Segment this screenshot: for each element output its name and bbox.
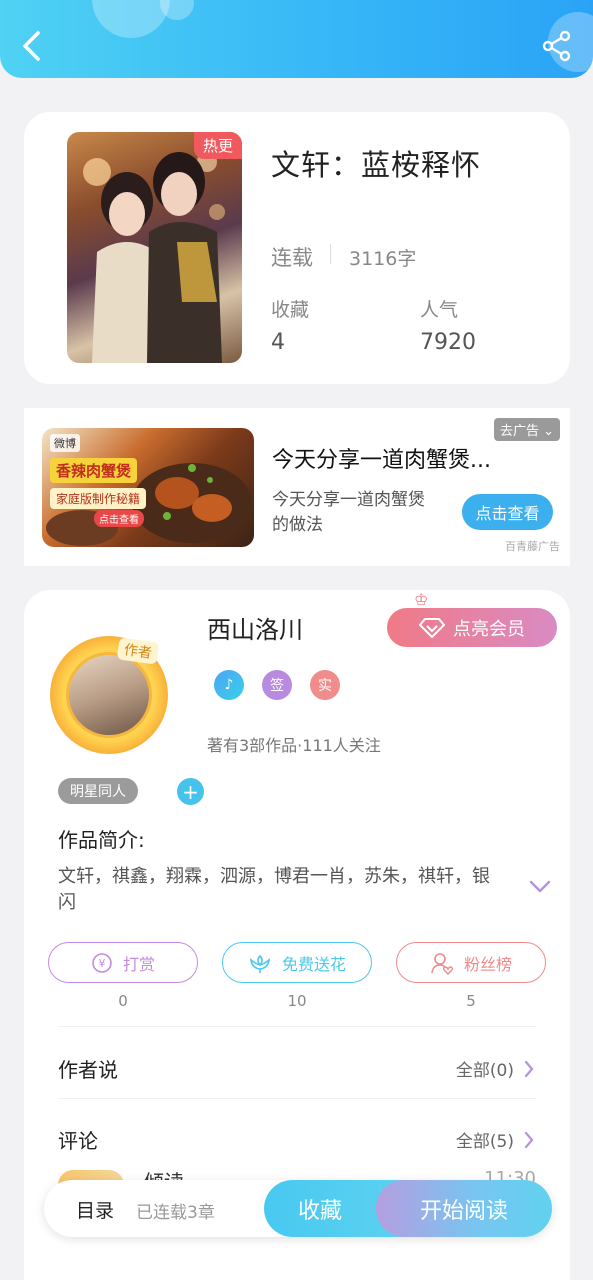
ad-source: 百青藤广告 [505, 540, 560, 553]
author-meta: 著有3部作品·111人关注 [207, 736, 381, 755]
chapter-count: 已连载3章 [136, 1203, 215, 1223]
signed-badge[interactable]: 签 [262, 670, 292, 700]
weibo-logo: 微博 [50, 434, 80, 452]
svg-text:¥: ¥ [98, 957, 105, 970]
music-badge-icon[interactable]: ♪ [214, 670, 244, 700]
book-title: 文轩：蓝桉释怀 [271, 148, 482, 182]
author-card: 作者 西山洛川 ♔ 点亮会员 ♪ 签 实 著有3部作品·111人关注 明星同人 … [24, 590, 570, 1280]
divider [58, 1098, 536, 1099]
send-flower-label: 免费送花 [281, 954, 346, 974]
author-avatar-frame[interactable]: 作者 [38, 632, 183, 757]
hot-update-badge: 热更 [194, 132, 242, 159]
intro-text: 文轩，祺鑫，翔霖，泗源，博君一肖，苏朱，祺轩，银闪 [58, 866, 490, 913]
ad-image-title: 香辣肉蟹煲 [50, 458, 138, 483]
share-icon[interactable] [541, 30, 573, 62]
ad-image-subtitle: 家庭版制作秘籍 [50, 488, 147, 509]
author-says-title: 作者说 [58, 1058, 118, 1082]
comments-more[interactable]: 全部(5) [456, 1127, 534, 1152]
start-reading-button[interactable]: 开始阅读 [376, 1180, 552, 1237]
verified-badge[interactable]: 实 [310, 670, 340, 700]
vip-button[interactable]: 点亮会员 [387, 608, 557, 647]
diamond-icon [419, 617, 445, 638]
fan-count: 5 [466, 992, 476, 1010]
cover-illustration [83, 152, 225, 363]
comments-title: 评论 [58, 1129, 98, 1153]
add-tag-button[interactable]: + [177, 778, 204, 805]
coin-icon: ¥ [92, 952, 112, 973]
ad-banner[interactable]: 微博 香辣肉蟹煲 家庭版制作秘籍 点击查看 去广告 ⌄ 今天分享一道肉蟹煲...… [24, 408, 570, 566]
decor-bubble [92, 0, 170, 38]
ad-image-stamp: 点击查看 [94, 510, 144, 527]
ad-image[interactable]: 微博 香辣肉蟹煲 家庭版制作秘籍 点击查看 [42, 428, 254, 547]
ad-title: 今天分享一道肉蟹煲... [272, 448, 491, 473]
fan-rank-label: 粉丝榜 [463, 954, 512, 974]
remove-ad-label: 去广告 [499, 424, 539, 439]
send-flower-button[interactable]: 免费送花 [222, 942, 372, 983]
author-says-more[interactable]: 全部(0) [456, 1056, 534, 1081]
book-cover-image[interactable]: 热更 [67, 132, 242, 363]
author-badges: ♪ 签 实 [214, 670, 340, 700]
collect-count: 4 [271, 330, 285, 355]
chevron-down-icon: ⌄ [543, 424, 554, 439]
book-detail-page: 热更 文轩：蓝桉释怀 连载 3116字 收藏 4 人气 7920 微博 香辣肉蟹… [0, 0, 593, 1280]
fan-rank-button[interactable]: 粉丝榜 [396, 942, 546, 983]
chevron-down-icon[interactable] [529, 880, 551, 894]
tip-button[interactable]: ¥ 打赏 [48, 942, 198, 983]
divider [330, 244, 331, 264]
intro-title: 作品简介: [58, 828, 145, 852]
popularity-label: 人气 [420, 299, 459, 321]
author-says-count: 全部(0) [455, 1061, 514, 1081]
bottom-action-bar: 目录 已连载3章 收藏 开始阅读 [44, 1180, 552, 1237]
author-name[interactable]: 西山洛川 [207, 610, 303, 645]
fan-icon [431, 952, 454, 975]
avatar [66, 652, 152, 738]
flower-icon [249, 954, 271, 973]
back-arrow-icon[interactable] [16, 26, 50, 66]
serial-status: 连载 [271, 246, 313, 270]
collect-button-label: 收藏 [297, 1198, 342, 1224]
popularity-count: 7920 [420, 330, 476, 355]
divider [58, 1026, 536, 1027]
category-tag[interactable]: 明星同人 [58, 778, 138, 804]
top-header [0, 0, 593, 78]
chevron-right-icon [524, 1060, 534, 1077]
tip-label: 打赏 [122, 954, 155, 974]
collect-label: 收藏 [271, 299, 310, 321]
word-count: 3116字 [349, 248, 417, 270]
ad-description: 今天分享一道肉蟹煲的做法 [272, 490, 425, 535]
toc-button[interactable]: 目录 [76, 1196, 114, 1223]
tip-count: 0 [118, 992, 128, 1010]
crown-icon: ♔ [414, 590, 429, 609]
comments-count: 全部(5) [455, 1132, 514, 1152]
book-info-card: 热更 文轩：蓝桉释怀 连载 3116字 收藏 4 人气 7920 [24, 112, 570, 384]
vip-button-label: 点亮会员 [453, 618, 525, 640]
ad-view-button[interactable]: 点击查看 [462, 494, 553, 530]
flower-count: 10 [287, 992, 307, 1010]
remove-ad-button[interactable]: 去广告 ⌄ [493, 418, 560, 441]
chevron-right-icon [524, 1131, 534, 1148]
